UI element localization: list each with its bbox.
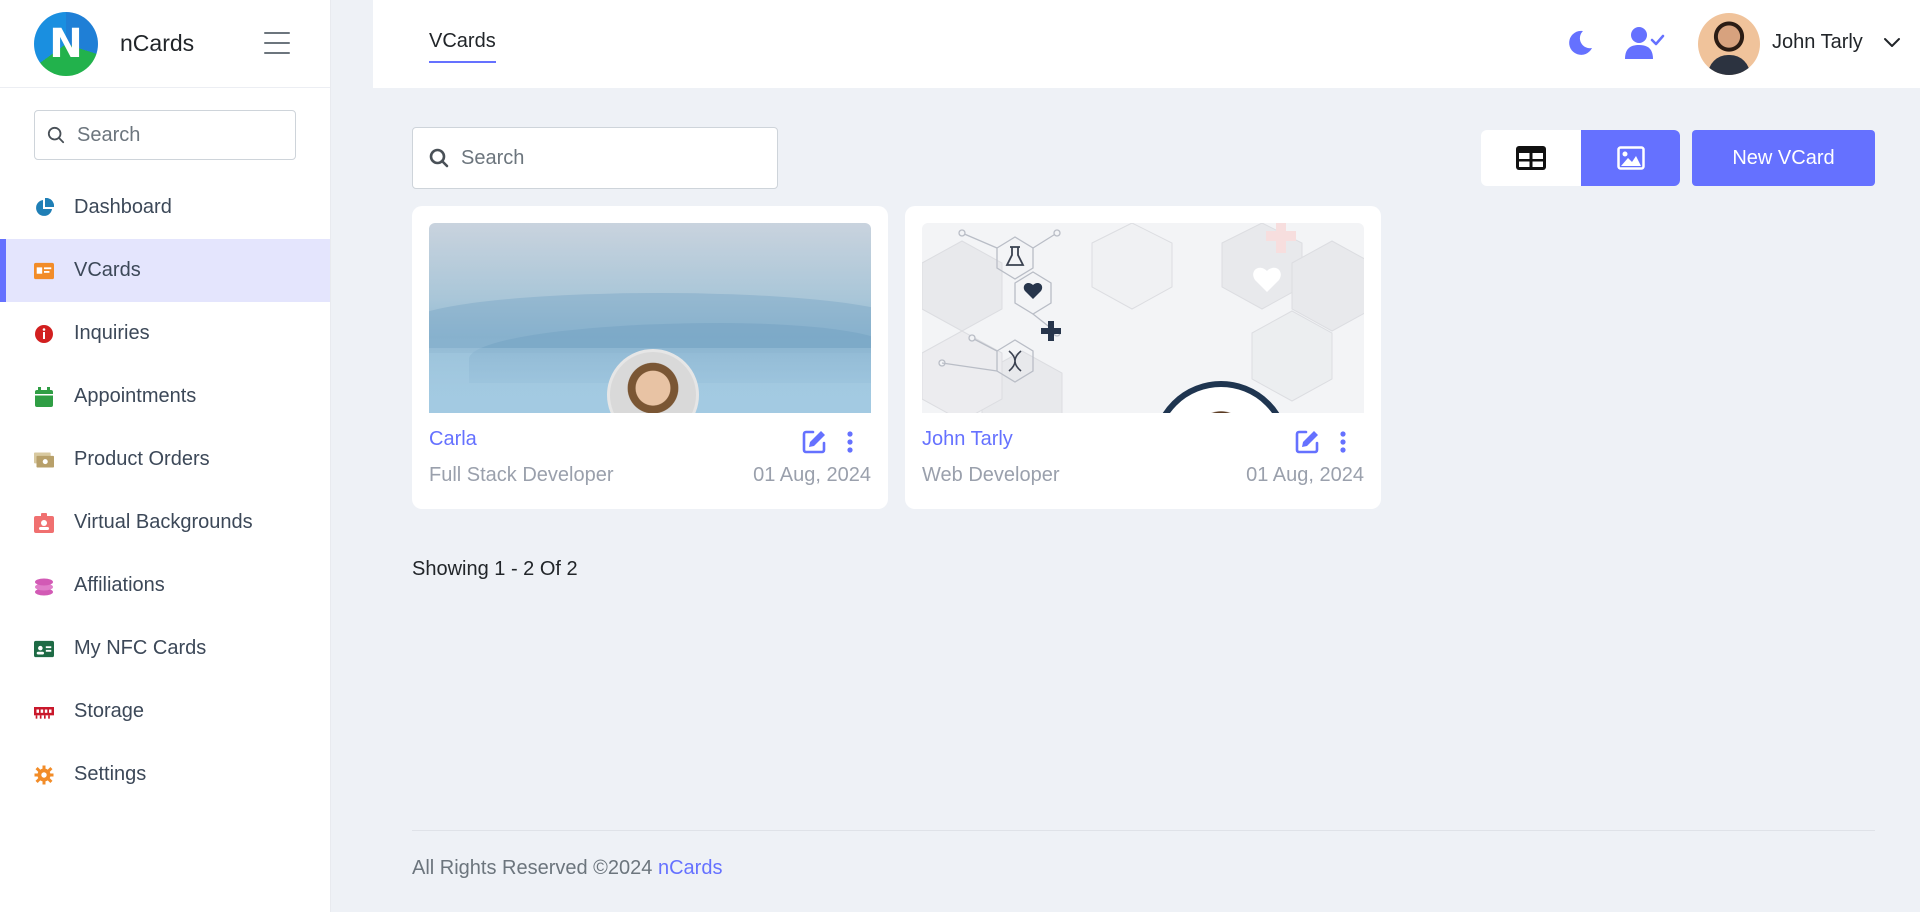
id-card-icon xyxy=(34,261,54,281)
sidebar-nav: Dashboard VCards Inquiries Appointments … xyxy=(0,176,330,806)
sidebar-item-settings[interactable]: Settings xyxy=(0,743,330,806)
card-cover-image xyxy=(922,223,1364,413)
card-job-title: Full Stack Developer xyxy=(429,464,614,486)
vcard-search-input[interactable] xyxy=(461,146,761,170)
card-date: 01 Aug, 2024 xyxy=(1246,464,1364,486)
vcard-search[interactable] xyxy=(412,127,778,189)
sidebar-item-label: Inquiries xyxy=(74,322,150,344)
medical-pattern xyxy=(922,223,1364,413)
sidebar-item-vcards[interactable]: VCards xyxy=(0,239,330,302)
top-header: VCards John Tarly xyxy=(373,0,1920,88)
calendar-icon xyxy=(34,386,54,407)
coins-icon xyxy=(34,576,54,596)
sidebar-item-label: My NFC Cards xyxy=(74,637,207,659)
id-badge-icon xyxy=(34,512,54,533)
sidebar-item-label: Product Orders xyxy=(74,448,210,470)
moon-icon[interactable] xyxy=(1565,28,1595,58)
sidebar-item-label: Virtual Backgrounds xyxy=(74,511,253,533)
card-job-title: Web Developer xyxy=(922,464,1060,486)
edit-icon[interactable] xyxy=(801,429,827,455)
sidebar-item-inquiries[interactable]: Inquiries xyxy=(0,302,330,365)
sidebar-item-dashboard[interactable]: Dashboard xyxy=(0,176,330,239)
sidebar-item-label: Appointments xyxy=(74,385,197,407)
table-icon xyxy=(1516,146,1546,170)
vcard-card[interactable]: Carla Full Stack Developer 01 Aug, 2024 xyxy=(412,206,888,509)
user-name[interactable]: John Tarly xyxy=(1772,31,1863,54)
more-vertical-icon[interactable] xyxy=(846,430,854,454)
contact-card-icon xyxy=(34,639,54,659)
sidebar-item-virtual-backgrounds[interactable]: Virtual Backgrounds xyxy=(0,491,330,554)
card-name[interactable]: Carla xyxy=(429,428,477,451)
sidebar-item-label: VCards xyxy=(74,259,141,281)
image-icon xyxy=(1616,146,1645,170)
gear-icon xyxy=(34,765,54,785)
hamburger-menu-icon[interactable] xyxy=(264,32,290,54)
avatar[interactable] xyxy=(1698,13,1760,75)
sidebar-item-label: Settings xyxy=(74,763,147,785)
card-name[interactable]: John Tarly xyxy=(922,428,1013,451)
pagination-summary: Showing 1 - 2 Of 2 xyxy=(412,558,578,580)
sidebar-item-product-orders[interactable]: Product Orders xyxy=(0,428,330,491)
card-cover-image xyxy=(429,223,871,413)
brand-name[interactable]: nCards xyxy=(120,30,194,57)
memory-icon xyxy=(34,702,54,722)
vcard-card[interactable]: John Tarly Web Developer 01 Aug, 2024 xyxy=(905,206,1381,509)
new-vcard-button[interactable]: New VCard xyxy=(1692,130,1875,186)
pie-chart-icon xyxy=(34,197,54,218)
sidebar-item-appointments[interactable]: Appointments xyxy=(0,365,330,428)
info-circle-icon xyxy=(34,324,54,344)
footer-divider xyxy=(412,830,1875,831)
user-check-icon[interactable] xyxy=(1625,26,1665,60)
tab-vcards[interactable]: VCards xyxy=(429,30,496,63)
footer: All Rights Reserved ©2024 nCards xyxy=(412,857,722,880)
sidebar-item-label: Storage xyxy=(74,700,145,722)
search-icon xyxy=(429,148,449,168)
sidebar: N nCards Dashboard VCards Inquiries xyxy=(0,0,331,912)
footer-link[interactable]: nCards xyxy=(658,857,722,879)
money-bill-icon xyxy=(34,450,54,470)
sidebar-item-label: Dashboard xyxy=(74,196,172,218)
edit-icon[interactable] xyxy=(1294,429,1320,455)
sidebar-search[interactable] xyxy=(34,110,296,160)
chevron-down-icon[interactable] xyxy=(1883,34,1901,52)
brand-logo-letter: N xyxy=(49,20,83,67)
more-vertical-icon[interactable] xyxy=(1339,430,1347,454)
sidebar-item-storage[interactable]: Storage xyxy=(0,680,330,743)
grid-view-button[interactable] xyxy=(1581,130,1680,186)
view-toggle xyxy=(1481,130,1680,186)
footer-text: All Rights Reserved ©2024 xyxy=(412,857,653,879)
sidebar-item-affiliations[interactable]: Affiliations xyxy=(0,554,330,617)
sidebar-item-label: Affiliations xyxy=(74,574,165,596)
sidebar-item-my-nfc-cards[interactable]: My NFC Cards xyxy=(0,617,330,680)
table-view-button[interactable] xyxy=(1481,130,1581,186)
brand-logo[interactable]: N xyxy=(34,11,98,76)
card-date: 01 Aug, 2024 xyxy=(753,464,871,486)
search-icon xyxy=(47,126,65,144)
sidebar-search-input[interactable] xyxy=(77,123,277,147)
brand: N nCards xyxy=(0,0,330,88)
